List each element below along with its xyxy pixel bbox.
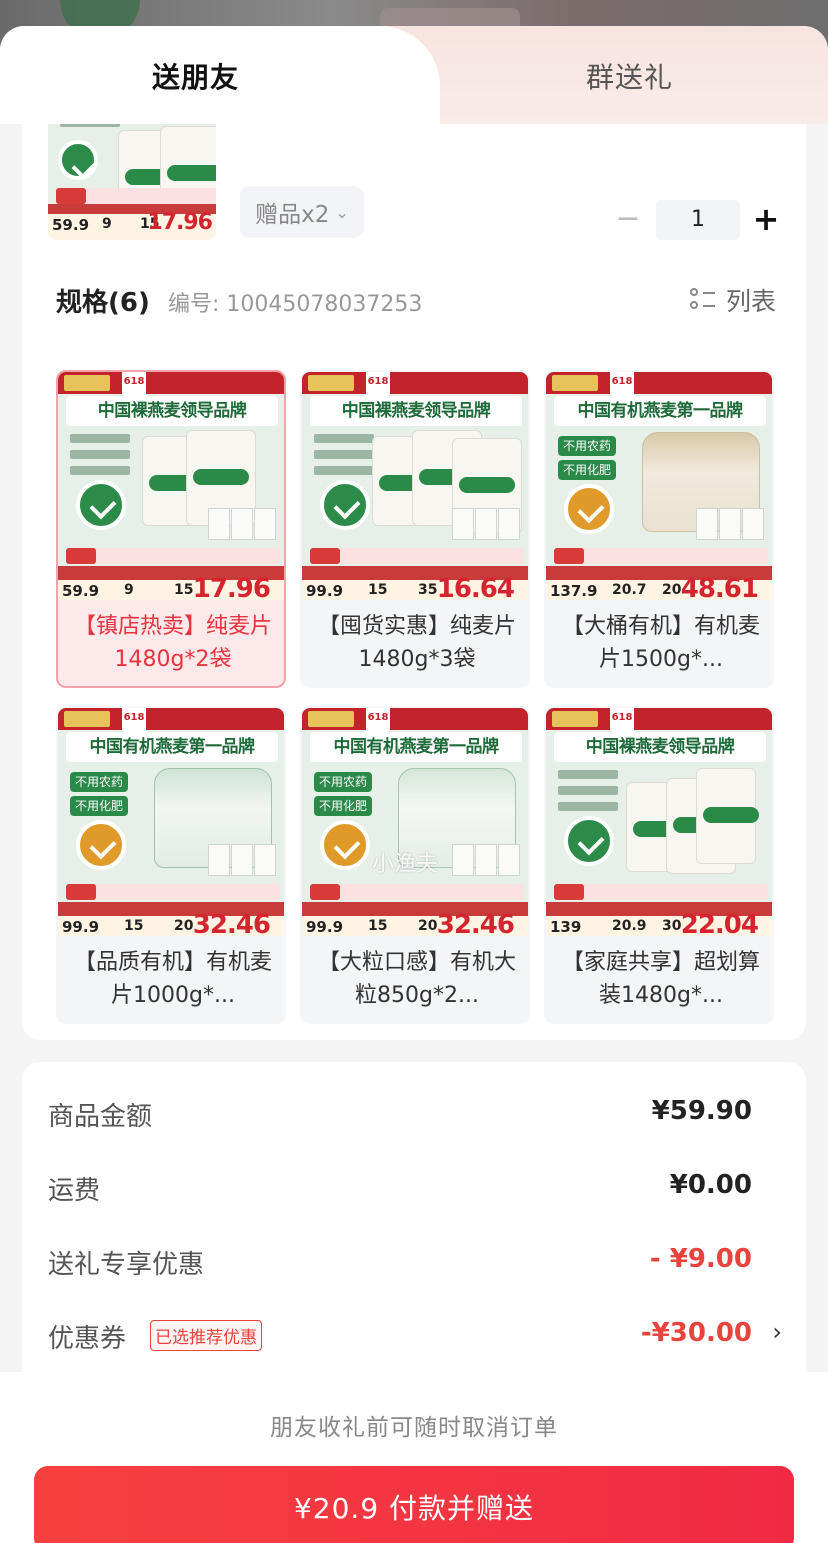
spec-option-image: 618 中国裸燕麦领导品牌 59.9 9 15 17.96 — [58, 372, 284, 600]
chevron-down-icon: ⌄ — [335, 202, 349, 222]
price-original: 99.9 — [306, 918, 344, 936]
price-final: 16.64 — [436, 574, 515, 600]
spec-title: 规格(6) — [56, 288, 150, 318]
list-icon — [689, 287, 716, 313]
price-coupon: 9 — [124, 582, 134, 598]
tab-group-gift[interactable]: 群送礼 — [586, 56, 673, 96]
spec-option-image: 618 中国有机燕麦第一品牌 不用农药 不用化肥 99.9 15 20 32.4… — [58, 708, 284, 936]
gift-selector-label: 赠品x2 — [255, 202, 330, 228]
spec-option-name: 【大桶有机】有机麦片1500g*... — [561, 614, 760, 672]
coupon-value: -¥30.00 — [640, 1318, 752, 1348]
price-summary: 商品金额 ¥59.90 运费 ¥0.00 送礼专享优惠 - ¥9.00 优惠券 … — [22, 1062, 806, 1392]
image-headline: 中国有机燕麦第一品牌 — [66, 732, 278, 762]
spec-option[interactable]: 618 中国有机燕麦第一品牌 不用农药 不用化肥 99.9 15 20 32.4… — [56, 706, 286, 1024]
price-final: 32.46 — [436, 910, 515, 936]
goods-amount-row: 商品金额 ¥59.90 — [48, 1096, 782, 1136]
spec-option-image: 618 中国裸燕麦领导品牌 99.9 15 35 16.64 — [302, 372, 528, 600]
tab-send-friend[interactable]: 送朋友 — [0, 26, 440, 124]
price-coupon: 20.7 — [612, 582, 647, 598]
price-extra: 15 — [174, 582, 194, 598]
checkout-footer: 朋友收礼前可随时取消订单 ¥20.9 付款并赠送 — [0, 1372, 828, 1543]
shipping-label: 运费 — [48, 1176, 101, 1206]
list-view-label: 列表 — [725, 287, 776, 316]
shipping-row: 运费 ¥0.00 — [48, 1170, 782, 1210]
goods-amount-value: ¥59.90 — [651, 1096, 752, 1126]
watermark: 小渔夫 — [372, 852, 439, 877]
spec-option[interactable]: 618 中国裸燕麦领导品牌 139 20.9 30 22.04 【家庭共享】超划… — [544, 706, 774, 1024]
price-extra: 20 — [418, 918, 438, 934]
coupon-row[interactable]: 优惠券 已选推荐优惠 -¥30.00 › — [48, 1318, 782, 1358]
list-view-toggle[interactable]: 列表 — [689, 282, 776, 318]
spec-option[interactable]: 618 中国裸燕麦领导品牌 99.9 15 35 16.64 【囤货实惠】纯麦片… — [300, 370, 530, 688]
price-original: 139 — [550, 918, 582, 936]
thumb-price-coupon: 9 — [102, 216, 112, 232]
price-extra: 20 — [662, 582, 682, 598]
image-headline: 中国裸燕麦领导品牌 — [310, 396, 522, 426]
price-final: 22.04 — [680, 910, 759, 936]
price-coupon: 15 — [368, 918, 388, 934]
gift-discount-value: - ¥9.00 — [649, 1244, 752, 1274]
price-original: 99.9 — [62, 918, 100, 936]
price-final: 17.96 — [192, 574, 271, 600]
gift-discount-row: 送礼专享优惠 - ¥9.00 — [48, 1244, 782, 1284]
price-original: 137.9 — [550, 582, 598, 600]
product-card: 59.9 9 15 17.96 赠品x2 ⌄ − 1 + 规格(6) 编号: 1… — [22, 124, 806, 1040]
pay-and-gift-button[interactable]: ¥20.9 付款并赠送 — [34, 1466, 794, 1543]
price-extra: 35 — [418, 582, 438, 598]
spec-option-name: 【大粒口感】有机大粒850g*2... — [317, 950, 516, 1008]
gift-selector[interactable]: 赠品x2 ⌄ — [240, 186, 364, 238]
thumb-price-final: 17.96 — [147, 210, 213, 235]
gift-discount-label: 送礼专享优惠 — [48, 1250, 205, 1280]
spec-header: 规格(6) 编号: 10045078037253 列表 — [56, 282, 776, 326]
image-headline: 中国裸燕麦领导品牌 — [66, 396, 278, 426]
increment-button[interactable]: + — [748, 200, 784, 240]
quantity-stepper: − 1 + — [610, 200, 780, 240]
price-extra: 20 — [174, 918, 194, 934]
chevron-right-icon: › — [772, 1318, 782, 1346]
spec-option-name: 【家庭共享】超划算装1480g*... — [561, 950, 760, 1008]
gift-sheet: 群送礼 送朋友 59.9 9 15 17.96 赠品x2 ⌄ − 1 + 规格(… — [0, 26, 828, 1543]
coupon-label: 优惠券 — [48, 1324, 127, 1354]
coupon-recommend-badge: 已选推荐优惠 — [150, 1320, 262, 1351]
product-code: 编号: 10045078037253 — [168, 292, 423, 317]
price-final: 48.61 — [680, 574, 759, 600]
spec-option[interactable]: 618 中国裸燕麦领导品牌 59.9 9 15 17.96 【镇店热卖】纯麦片1… — [56, 370, 286, 688]
price-coupon: 20.9 — [612, 918, 647, 934]
spec-option-name: 【囤货实惠】纯麦片1480g*3袋 — [317, 614, 516, 672]
spec-option[interactable]: 618 中国有机燕麦第一品牌 不用农药 不用化肥 137.9 20.7 20 4… — [544, 370, 774, 688]
cancel-notice: 朋友收礼前可随时取消订单 — [270, 1415, 558, 1441]
goods-amount-label: 商品金额 — [48, 1102, 153, 1132]
decrement-button[interactable]: − — [610, 200, 646, 240]
price-extra: 30 — [662, 918, 682, 934]
image-headline: 中国有机燕麦第一品牌 — [554, 396, 766, 426]
quantity-input[interactable]: 1 — [656, 200, 740, 240]
price-coupon: 15 — [124, 918, 144, 934]
price-original: 99.9 — [306, 582, 344, 600]
price-original: 59.9 — [62, 582, 100, 600]
shipping-value: ¥0.00 — [669, 1170, 752, 1200]
selected-product-thumbnail: 59.9 9 15 17.96 — [48, 124, 216, 240]
price-final: 32.46 — [192, 910, 271, 936]
image-headline: 中国有机燕麦第一品牌 — [310, 732, 522, 762]
spec-option-name: 【镇店热卖】纯麦片1480g*2袋 — [73, 614, 272, 672]
image-headline: 中国裸燕麦领导品牌 — [554, 732, 766, 762]
spec-option-image: 618 中国有机燕麦第一品牌 不用农药 不用化肥 99.9 15 20 32.4… — [302, 708, 528, 936]
tab-send-friend-label: 送朋友 — [152, 61, 240, 94]
spec-option-name: 【品质有机】有机麦片1000g*... — [73, 950, 272, 1008]
price-coupon: 15 — [368, 582, 388, 598]
tab-bar: 群送礼 送朋友 — [0, 26, 828, 124]
thumb-price-original: 59.9 — [52, 216, 90, 234]
spec-option-image: 618 中国裸燕麦领导品牌 139 20.9 30 22.04 — [546, 708, 772, 936]
spec-option-image: 618 中国有机燕麦第一品牌 不用农药 不用化肥 137.9 20.7 20 4… — [546, 372, 772, 600]
